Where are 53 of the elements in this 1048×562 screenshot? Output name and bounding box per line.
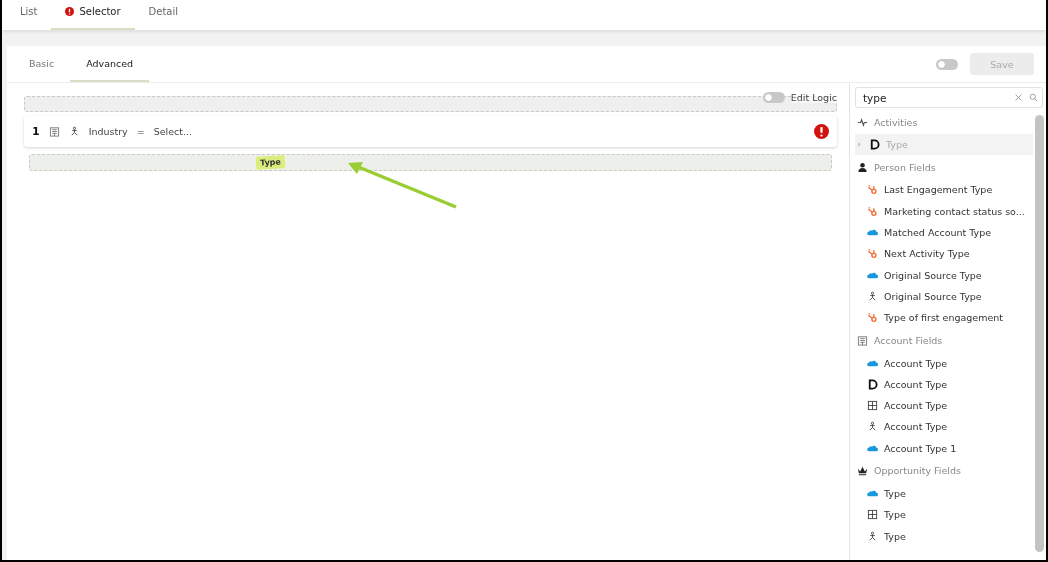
- close-icon[interactable]: [1014, 93, 1023, 102]
- d-logo-icon: [867, 378, 878, 390]
- field-item[interactable]: Marketing contact status so...: [855, 200, 1033, 222]
- stick-figure-icon: [867, 290, 878, 302]
- field-item[interactable]: Account Type: [855, 352, 1033, 374]
- edit-logic-toggle[interactable]: [762, 92, 785, 103]
- condition-number: 1: [32, 125, 40, 138]
- field-item[interactable]: Type: [855, 525, 1033, 547]
- field-item[interactable]: Next Activity Type: [855, 243, 1033, 265]
- field-item[interactable]: Original Source Type: [855, 264, 1033, 286]
- hubspot-icon: [867, 205, 878, 217]
- group-title: Account Fields: [874, 334, 943, 346]
- group-title: Person Fields: [874, 161, 936, 173]
- field-item[interactable]: Last Engagement Type: [855, 179, 1033, 201]
- field-item[interactable]: Account Type: [855, 394, 1033, 417]
- top-tab[interactable]: Selector: [51, 0, 135, 30]
- building-icon: [48, 126, 60, 137]
- field-item[interactable]: Account Type: [855, 416, 1033, 438]
- stick-figure-icon: [867, 421, 878, 433]
- stick-figure-icon: [68, 126, 80, 137]
- person-icon: [857, 161, 868, 173]
- mode-tab[interactable]: Basic: [13, 46, 71, 82]
- field-name: Industry: [88, 126, 128, 137]
- top-tab[interactable]: Detail: [134, 0, 193, 30]
- field-item[interactable]: Account Type 1: [855, 437, 1033, 459]
- field-item[interactable]: Account Type: [855, 373, 1033, 395]
- field-item[interactable]: Type: [855, 504, 1033, 526]
- scrollbar[interactable]: [1035, 115, 1044, 552]
- building-icon: [857, 334, 868, 346]
- toggle-switch[interactable]: [936, 58, 958, 70]
- search-field[interactable]: type: [855, 87, 1043, 108]
- group-title: Opportunity Fields: [874, 465, 961, 477]
- field-item[interactable]: Type of first engagement: [855, 307, 1033, 329]
- hubspot-icon: [867, 184, 878, 196]
- operator: =: [136, 126, 145, 137]
- group-title: Activities: [874, 116, 918, 128]
- pulse-icon: [857, 116, 868, 128]
- cloud-icon: [867, 488, 878, 499]
- stick-figure-icon: [867, 530, 878, 542]
- field-item[interactable]: Original Source Type: [855, 285, 1033, 308]
- hubspot-icon: [867, 312, 878, 324]
- hubspot-icon: [867, 248, 878, 260]
- field-item[interactable]: Matched Account Type: [855, 221, 1033, 244]
- crown-icon: [857, 465, 868, 477]
- grid-icon: [867, 400, 878, 412]
- mode-tab[interactable]: Advanced: [70, 46, 150, 82]
- grid-icon: [867, 509, 878, 521]
- search-icon[interactable]: [1029, 93, 1038, 102]
- d-logo-icon: [869, 139, 880, 151]
- field-item[interactable]: Type: [855, 482, 1033, 505]
- top-tab[interactable]: List: [6, 0, 52, 30]
- value-select[interactable]: Select...: [153, 126, 193, 137]
- dragged-chip[interactable]: Type: [255, 155, 286, 170]
